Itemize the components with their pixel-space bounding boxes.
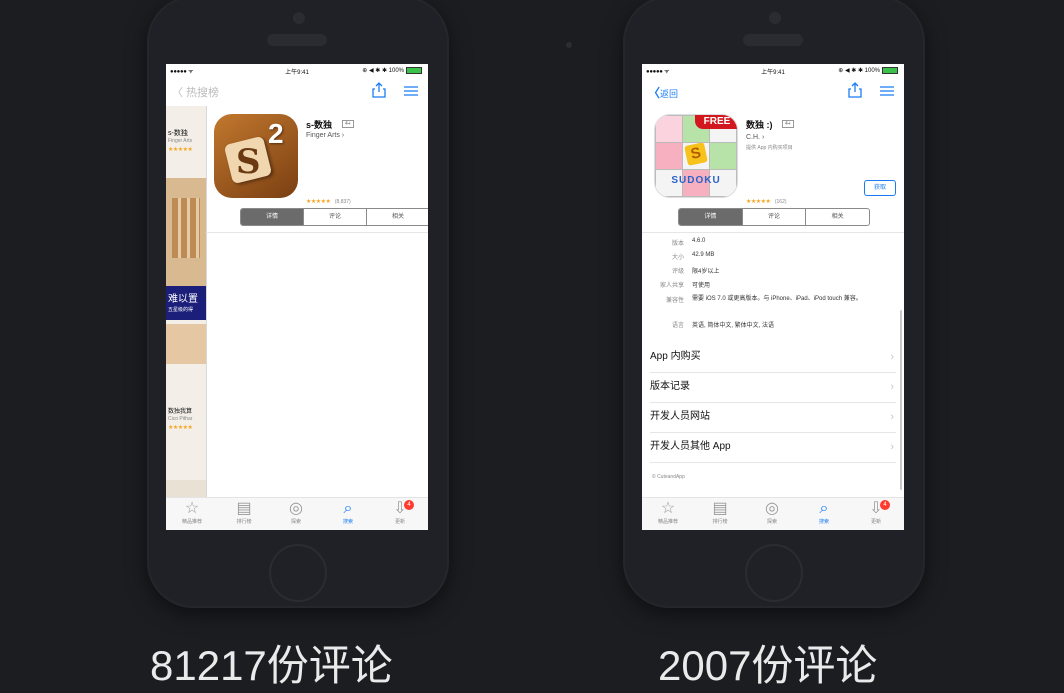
left-screen: ●●●●● ᯤ 上午9:41 ⊕ ◀ ✱ ✱ 100% 〈 热搜榜 s-数独 F… (166, 64, 428, 530)
developer-link[interactable]: C.H. › (746, 134, 764, 141)
icon-letter: S (684, 142, 708, 166)
rating-row: ★★★★★ (162) (746, 199, 787, 205)
tab-updates[interactable]: ⇩ 4 更新 (374, 500, 426, 525)
tab-charts[interactable]: ▤ 排行榜 (694, 500, 746, 525)
icon-word: SUDOKU (671, 175, 721, 186)
nav-bar: 〈 热搜榜 (166, 78, 428, 106)
tab-charts[interactable]: ▤ 排行榜 (218, 500, 270, 525)
chevron-right-icon: › (890, 381, 894, 393)
updates-icon: ⇩ (869, 500, 883, 517)
previous-page-strip: s-数独 Finger Arts ★★★★★ 难以置 五星级的得 数独我算 Ci… (166, 106, 206, 500)
share-icon[interactable] (372, 82, 386, 98)
developer-link[interactable]: Finger Arts › (306, 132, 344, 139)
link-version-history[interactable]: 版本记录 › (650, 372, 896, 403)
age-rating-badge: 4+ (342, 120, 354, 128)
iap-note: 提供 App 内购买项目 (746, 145, 793, 151)
tab-reviews[interactable]: 评论 (304, 209, 367, 225)
strip-title-bottom: 数独我算 (168, 409, 193, 415)
tab-updates[interactable]: ⇩ 4 更新 (850, 500, 902, 525)
scrollbar[interactable] (900, 310, 902, 490)
back-button[interactable]: 〈返回 (648, 84, 678, 101)
chevron-left-icon: 〈 (648, 86, 661, 100)
updates-badge: 4 (404, 500, 414, 510)
right-phone: ●●●●● ᯤ 上午9:41 ⊕ ◀ ✱ ✱ 100% 〈返回 FREE S S… (623, 0, 925, 608)
speaker (743, 34, 803, 46)
status-right: ⊕ ◀ ✱ ✱ 100% (362, 67, 422, 74)
left-phone: ●●●●● ᯤ 上午9:41 ⊕ ◀ ✱ ✱ 100% 〈 热搜榜 s-数独 F… (147, 0, 449, 608)
strip-stars: ★★★★★ (168, 147, 193, 153)
app-icon: FREE S SUDOKU (654, 114, 738, 198)
search-icon: ⌕ (819, 500, 829, 517)
app-name: s-数独 (306, 120, 333, 130)
link-developer-site[interactable]: 开发人员网站 › (650, 402, 896, 433)
share-icon[interactable] (848, 82, 862, 98)
status-bar: ●●●●● ᯤ 上午9:41 ⊕ ◀ ✱ ✱ 100% (642, 64, 904, 78)
age-rating-badge: 4+ (782, 120, 794, 128)
copyright: © CuteandApp (652, 474, 685, 480)
tab-explore[interactable]: ◎ 探索 (746, 500, 798, 525)
status-right: ⊕ ◀ ✱ ✱ 100% (838, 67, 898, 74)
link-in-app-purchase[interactable]: App 内购买 › (650, 342, 896, 373)
strip-sub-top: Finger Arts (168, 138, 193, 144)
tab-search[interactable]: ⌕ 搜索 (322, 500, 374, 525)
chevron-right-icon: › (890, 411, 894, 423)
app-name: 数独 :) (746, 120, 773, 130)
updates-icon: ⇩ (393, 500, 407, 517)
tab-bar: ☆ 精品推荐 ▤ 排行榜 ◎ 探索 ⌕ 搜索 ⇩ 4 更新 (166, 497, 428, 530)
chevron-right-icon: › (890, 441, 894, 453)
star-icon: ☆ (184, 500, 200, 517)
status-bar: ●●●●● ᯤ 上午9:41 ⊕ ◀ ✱ ✱ 100% (166, 64, 428, 78)
battery-icon (406, 67, 422, 74)
tab-details[interactable]: 详情 (679, 209, 743, 225)
nav-bar: 〈返回 (642, 78, 904, 106)
tab-details[interactable]: 详情 (241, 209, 304, 225)
tab-explore[interactable]: ◎ 探索 (270, 500, 322, 525)
charts-icon: ▤ (712, 500, 728, 517)
strip-sub-bottom: Cico Pithar (168, 416, 193, 422)
home-button[interactable] (745, 544, 803, 602)
compass-icon: ◎ (765, 500, 779, 517)
rating-row: ★★★★★ (8,837) (306, 199, 351, 205)
tab-related[interactable]: 相关 (806, 209, 869, 225)
tab-featured[interactable]: ☆ 精品推荐 (642, 500, 694, 525)
app-icon: S 2 (214, 114, 298, 198)
list-icon[interactable] (404, 86, 418, 96)
camera (293, 12, 305, 24)
promo-banner: 难以置 五星级的得 (166, 286, 206, 320)
compass-icon: ◎ (289, 500, 303, 517)
home-button[interactable] (269, 544, 327, 602)
get-button[interactable]: 获取 (864, 180, 896, 196)
back-button[interactable]: 〈 热搜榜 (172, 84, 219, 100)
screenshot-thumb-2 (166, 324, 206, 364)
star-icon: ☆ (660, 500, 676, 517)
right-screen: ●●●●● ᯤ 上午9:41 ⊕ ◀ ✱ ✱ 100% 〈返回 FREE S S… (642, 64, 904, 530)
free-banner: FREE (695, 115, 737, 129)
screenshot-thumb (166, 178, 206, 288)
battery-icon (882, 67, 898, 74)
updates-badge: 4 (880, 500, 890, 510)
segmented-control: 详情 评论 相关 (240, 208, 428, 226)
chevron-right-icon: › (890, 351, 894, 363)
charts-icon: ▤ (236, 500, 252, 517)
tab-featured[interactable]: ☆ 精品推荐 (166, 500, 218, 525)
link-developer-apps[interactable]: 开发人员其他 App › (650, 432, 896, 463)
tab-reviews[interactable]: 评论 (743, 209, 807, 225)
segmented-control: 详情 评论 相关 (678, 208, 870, 226)
tab-search[interactable]: ⌕ 搜索 (798, 500, 850, 525)
center-dot (566, 42, 572, 48)
tab-bar: ☆ 精品推荐 ▤ 排行榜 ◎ 探索 ⌕ 搜索 ⇩ 4 更新 (642, 497, 904, 530)
speaker (267, 34, 327, 46)
strip-title-top: s-数独 (168, 130, 188, 137)
tab-related[interactable]: 相关 (367, 209, 428, 225)
search-icon: ⌕ (343, 500, 353, 517)
camera (769, 12, 781, 24)
list-icon[interactable] (880, 86, 894, 96)
